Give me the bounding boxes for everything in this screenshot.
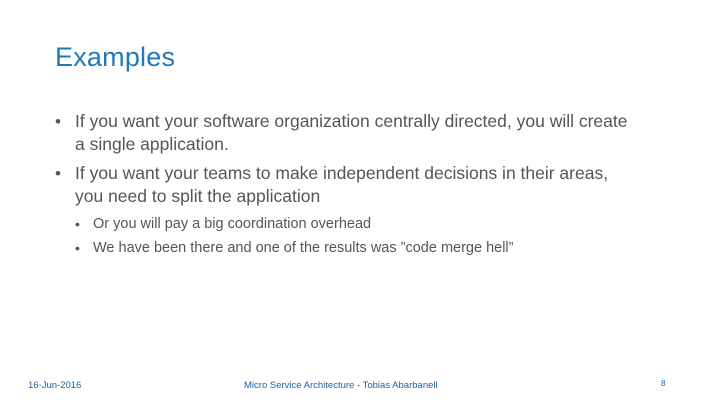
slide: Examples • If you want your software org… bbox=[0, 0, 720, 405]
footer-presentation-title: Micro Service Architecture - Tobias Abar… bbox=[244, 380, 438, 391]
bullet-list: • If you want your software organization… bbox=[55, 110, 635, 266]
sub-bullet-text: We have been there and one of the result… bbox=[93, 240, 514, 256]
bullet-item: • If you want your teams to make indepen… bbox=[55, 162, 635, 260]
bullet-text: If you want your teams to make independe… bbox=[75, 163, 609, 206]
sub-bullet-dot-icon: • bbox=[75, 240, 80, 256]
footer-page-number: 8 bbox=[661, 379, 666, 388]
sub-bullet-text: Or you will pay a big coordination overh… bbox=[93, 216, 372, 232]
footer-date: 16-Jun-2016 bbox=[28, 380, 82, 391]
sub-bullet-list: • Or you will pay a big coordination ove… bbox=[75, 212, 635, 260]
bullet-dot-icon: • bbox=[55, 164, 61, 183]
sub-bullet-item: • Or you will pay a big coordination ove… bbox=[75, 212, 635, 236]
slide-title: Examples bbox=[55, 42, 176, 72]
sub-bullet-dot-icon: • bbox=[75, 216, 80, 232]
bullet-text: If you want your software organization c… bbox=[75, 111, 628, 154]
bullet-dot-icon: • bbox=[55, 112, 61, 131]
bullet-item: • If you want your software organization… bbox=[55, 110, 635, 156]
sub-bullet-item: • We have been there and one of the resu… bbox=[75, 236, 635, 260]
